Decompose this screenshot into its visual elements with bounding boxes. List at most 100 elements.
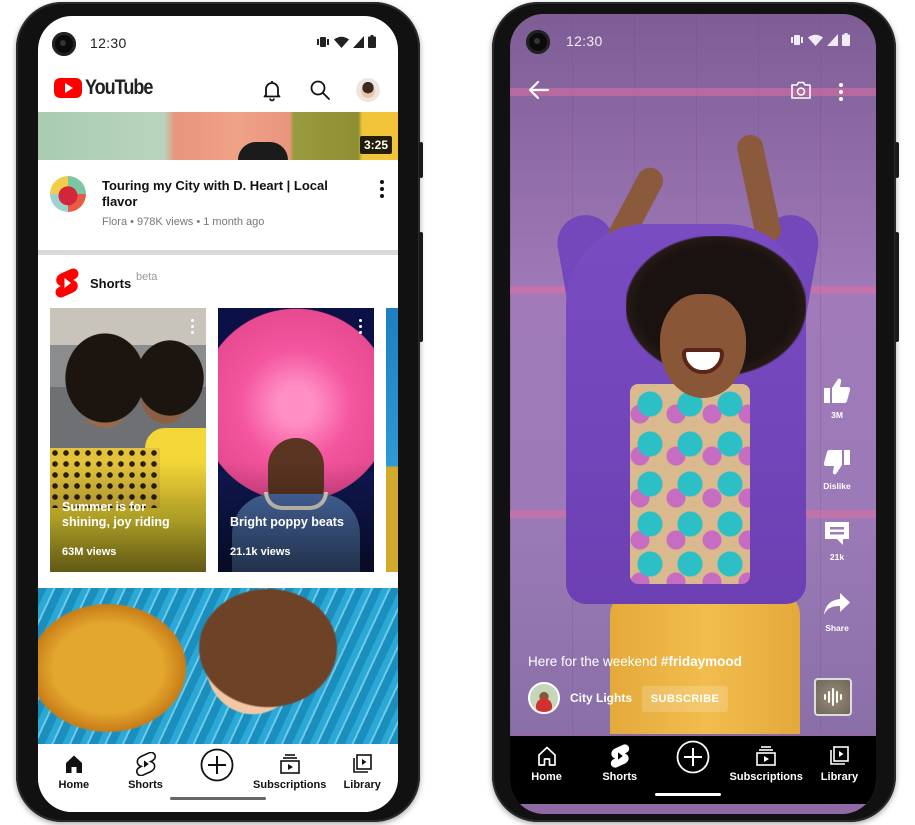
status-icons bbox=[790, 33, 850, 46]
vibrate-icon bbox=[317, 36, 329, 47]
caption-hashtag[interactable]: #fridaymood bbox=[661, 654, 742, 669]
short-title: Bright poppy beats bbox=[230, 515, 344, 529]
subscriptions-icon bbox=[756, 746, 776, 766]
signal-icon bbox=[353, 35, 364, 48]
wifi-icon bbox=[808, 34, 823, 46]
channel-avatar[interactable] bbox=[50, 176, 86, 212]
side-actions: 3M Dislike 21k Share bbox=[812, 376, 862, 660]
more-vert-icon[interactable] bbox=[380, 180, 384, 198]
library-icon bbox=[353, 754, 372, 773]
youtube-wordmark: YouTube bbox=[85, 76, 153, 99]
battery-icon bbox=[842, 33, 850, 46]
dislike-button[interactable]: Dislike bbox=[822, 447, 852, 491]
nav-label: Subscriptions bbox=[253, 779, 327, 791]
comment-count: 21k bbox=[829, 552, 845, 562]
video-thumbnail[interactable] bbox=[38, 588, 398, 744]
power-button bbox=[419, 142, 423, 178]
channel-name[interactable]: City Lights bbox=[570, 691, 632, 705]
video-title[interactable]: Touring my City with D. Heart | Local fl… bbox=[102, 178, 342, 210]
home-screen: 12:30 YouTube 3:25 Touring my City with … bbox=[38, 16, 398, 812]
phone-frame-shorts: 12:30 3M Dislike 21k Share Here for the … bbox=[492, 2, 899, 822]
nav-subscriptions[interactable]: Subscriptions bbox=[730, 736, 803, 804]
thumbs-up-icon bbox=[824, 378, 851, 403]
short-views: 21.1k views bbox=[230, 546, 291, 558]
nav-label: Home bbox=[531, 771, 562, 783]
dislike-label: Dislike bbox=[823, 481, 851, 491]
shorts-icon bbox=[135, 752, 156, 776]
channel-avatar[interactable] bbox=[528, 682, 560, 714]
nav-library[interactable]: Library bbox=[326, 744, 398, 812]
youtube-logo[interactable]: YouTube bbox=[54, 76, 163, 100]
share-button[interactable]: Share bbox=[822, 589, 852, 633]
bottom-nav: Home Shorts Subscriptions Library bbox=[38, 744, 398, 812]
shorts-title: Shorts bbox=[90, 276, 132, 291]
video-thumbnail[interactable]: 3:25 bbox=[38, 112, 398, 160]
caption-text: Here for the weekend bbox=[528, 654, 661, 669]
app-header: YouTube bbox=[38, 72, 398, 112]
sound-button[interactable] bbox=[814, 678, 852, 716]
video-meta: Flora • 978K views • 1 month ago bbox=[102, 216, 265, 228]
nav-home[interactable]: Home bbox=[510, 736, 583, 804]
short-caption: Here for the weekend #fridaymood bbox=[528, 654, 742, 669]
channel-row: City Lights SUBSCRIBE bbox=[528, 678, 868, 716]
bell-icon[interactable] bbox=[260, 78, 284, 102]
comment-icon bbox=[825, 522, 849, 545]
library-icon bbox=[830, 746, 850, 765]
sound-waveform-icon bbox=[824, 688, 842, 706]
home-indicator[interactable] bbox=[655, 793, 721, 796]
nav-label: Subscriptions bbox=[729, 771, 803, 783]
nav-label: Shorts bbox=[128, 779, 163, 791]
back-arrow-icon[interactable] bbox=[528, 80, 550, 100]
nav-home[interactable]: Home bbox=[38, 744, 110, 812]
thumbnail-detail bbox=[238, 142, 288, 160]
section-divider bbox=[38, 250, 398, 255]
home-icon bbox=[537, 746, 556, 766]
subscribe-button[interactable]: SUBSCRIBE bbox=[642, 686, 728, 712]
video-info: Touring my City with D. Heart | Local fl… bbox=[38, 160, 398, 250]
short-card[interactable]: Bright poppy beats 21.1k views bbox=[218, 308, 374, 572]
nav-label: Shorts bbox=[602, 771, 638, 783]
nav-label: Library bbox=[343, 779, 381, 791]
video-duration: 3:25 bbox=[359, 136, 392, 154]
nav-subscriptions[interactable]: Subscriptions bbox=[253, 744, 326, 812]
signal-icon bbox=[827, 33, 838, 46]
short-views: 63M views bbox=[62, 546, 117, 558]
share-label: Share bbox=[825, 623, 849, 633]
like-count: 3M bbox=[831, 410, 843, 420]
like-button[interactable]: 3M bbox=[822, 376, 852, 420]
volume-button bbox=[895, 232, 899, 342]
home-icon bbox=[65, 755, 82, 773]
front-camera bbox=[526, 30, 550, 54]
nav-label: Library bbox=[820, 771, 859, 783]
status-time: 12:30 bbox=[566, 33, 603, 49]
vibrate-icon bbox=[791, 34, 803, 45]
power-button bbox=[895, 142, 899, 178]
shorts-beta-badge: beta bbox=[136, 271, 158, 283]
camera-icon[interactable] bbox=[790, 80, 812, 100]
nav-shorts[interactable]: Shorts bbox=[110, 744, 182, 812]
short-more-icon[interactable] bbox=[191, 319, 195, 334]
nav-label: Home bbox=[58, 779, 90, 791]
shorts-logo-icon bbox=[55, 268, 79, 298]
nav-shorts[interactable]: Shorts bbox=[583, 736, 656, 804]
subscriptions-icon bbox=[279, 754, 300, 774]
thumbs-down-icon bbox=[823, 450, 850, 475]
create-plus-icon bbox=[676, 740, 710, 774]
more-vert-icon[interactable] bbox=[839, 83, 843, 101]
short-title: Summer is for shining, joy riding bbox=[62, 500, 170, 529]
short-more-icon[interactable] bbox=[359, 319, 363, 334]
create-plus-icon bbox=[200, 748, 234, 782]
comments-button[interactable]: 21k bbox=[822, 518, 852, 562]
short-card-partial[interactable] bbox=[386, 308, 398, 572]
search-icon[interactable] bbox=[308, 78, 332, 102]
nav-create[interactable] bbox=[181, 744, 253, 812]
battery-icon bbox=[368, 35, 376, 48]
front-camera bbox=[52, 32, 76, 56]
home-indicator[interactable] bbox=[170, 797, 266, 800]
shorts-player-screen: 12:30 3M Dislike 21k Share Here for the … bbox=[510, 14, 876, 814]
video-subject bbox=[660, 294, 746, 398]
account-avatar[interactable] bbox=[356, 78, 380, 102]
short-card[interactable]: Summer is for shining, joy riding 63M vi… bbox=[50, 308, 206, 572]
nav-library[interactable]: Library bbox=[803, 736, 876, 804]
share-icon bbox=[824, 593, 850, 615]
